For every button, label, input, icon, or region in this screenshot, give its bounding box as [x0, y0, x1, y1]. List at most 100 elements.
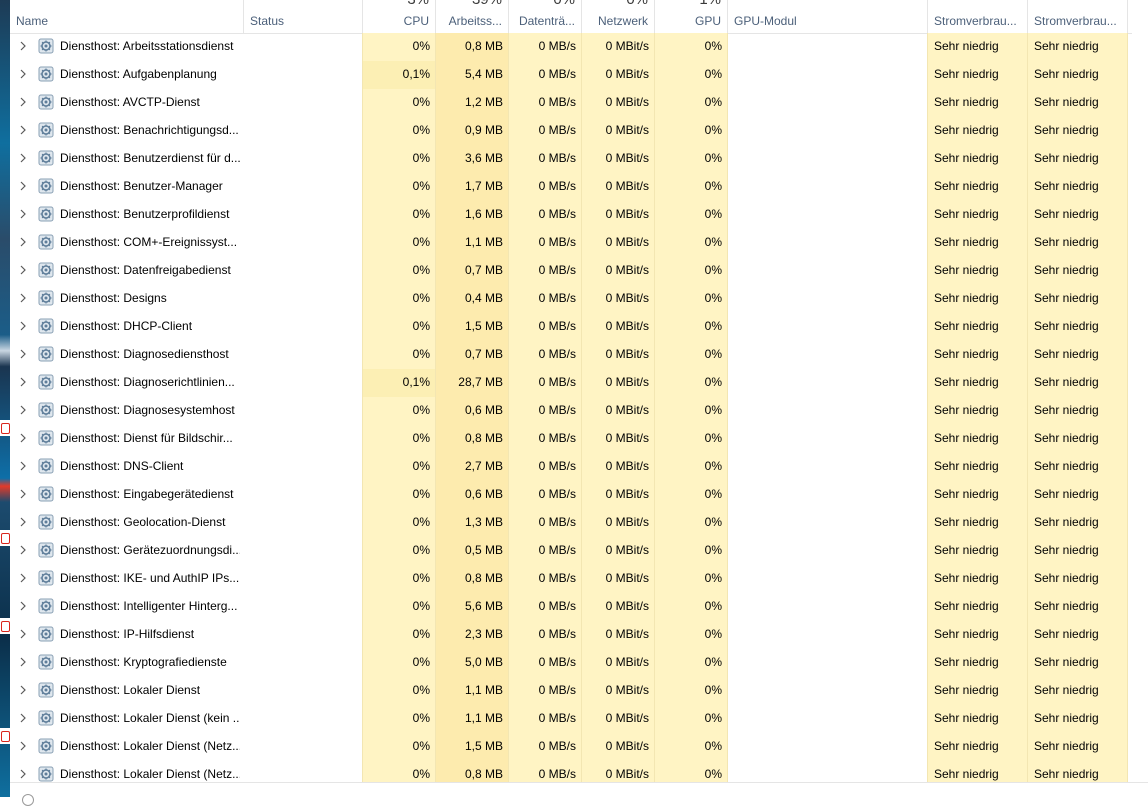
chevron-right-icon[interactable]	[18, 263, 28, 277]
process-status	[244, 425, 363, 453]
table-row[interactable]: Diensthost: Designs 0% 0,4 MB 0 MB/s 0 MBit/…	[10, 285, 1148, 313]
gear-icon	[38, 766, 54, 782]
chevron-right-icon[interactable]	[18, 291, 28, 305]
process-name: Diensthost: Diagnosesystemhost	[60, 403, 235, 417]
process-name: Diensthost: DNS-Client	[60, 459, 184, 473]
column-header-cpu[interactable]: 3% CPU	[363, 0, 436, 33]
chevron-right-icon[interactable]	[18, 459, 28, 473]
disk-cell: 0 MB/s	[509, 453, 582, 481]
chevron-right-icon[interactable]	[18, 515, 28, 529]
chevron-right-icon[interactable]	[18, 95, 28, 109]
chevron-right-icon[interactable]	[18, 711, 28, 725]
table-row[interactable]: Diensthost: Arbeitsstationsdienst 0% 0,8 M…	[10, 33, 1148, 61]
table-row[interactable]: Diensthost: Gerätezuordnungsdi... 0% 0,5 M…	[10, 537, 1148, 565]
memory-cell: 1,1 MB	[436, 677, 509, 705]
chevron-right-icon[interactable]	[18, 179, 28, 193]
table-row[interactable]: Diensthost: DNS-Client 0% 2,7 MB 0 MB/s 0 MB…	[10, 453, 1148, 481]
chevron-right-icon[interactable]	[18, 599, 28, 613]
table-row[interactable]: Diensthost: Benutzerdienst für d... 0% 3,6…	[10, 145, 1148, 173]
column-header-power-trend[interactable]: Stromverbrau...	[1028, 0, 1128, 33]
column-header-disk[interactable]: 0% Datenträ...	[509, 0, 582, 33]
chevron-right-icon[interactable]	[18, 655, 28, 669]
table-row[interactable]: Diensthost: COM+-Ereignissyst... 0% 1,1 MB…	[10, 229, 1148, 257]
table-row[interactable]: Diensthost: Benutzer-Manager 0% 1,7 MB 0 MB…	[10, 173, 1148, 201]
chevron-right-icon[interactable]	[18, 431, 28, 445]
chevron-right-icon[interactable]	[18, 571, 28, 585]
chevron-right-icon[interactable]	[18, 123, 28, 137]
chevron-right-icon[interactable]	[18, 347, 28, 361]
power-usage-cell: Sehr niedrig	[928, 61, 1028, 89]
process-name: Diensthost: Arbeitsstationsdienst	[60, 39, 234, 53]
table-row[interactable]: Diensthost: Diagnosesystemhost 0% 0,6 MB 0 …	[10, 397, 1148, 425]
power-usage-cell: Sehr niedrig	[928, 677, 1028, 705]
chevron-right-icon[interactable]	[18, 739, 28, 753]
gear-icon	[38, 710, 54, 726]
gpu-engine-cell	[728, 453, 928, 481]
table-row[interactable]: Diensthost: Benutzerprofildienst 0% 1,6 MB…	[10, 201, 1148, 229]
column-header-name[interactable]: Name	[10, 0, 244, 33]
process-name: Diensthost: Eingabegerätedienst	[60, 487, 234, 501]
power-trend-cell: Sehr niedrig	[1028, 229, 1128, 257]
process-status	[244, 761, 363, 782]
chevron-right-icon[interactable]	[18, 627, 28, 641]
table-row[interactable]: Diensthost: Intelligenter Hinterg... 0% 5,…	[10, 593, 1148, 621]
gpu-engine-cell	[728, 369, 928, 397]
column-header-gpu-engine[interactable]: GPU-Modul	[728, 0, 928, 33]
vertical-scrollbar[interactable]	[1132, 33, 1148, 782]
table-row[interactable]: Diensthost: Lokaler Dienst (kein ... 0% 1,…	[10, 705, 1148, 733]
column-header-power-usage[interactable]: Stromverbrau...	[928, 0, 1028, 33]
table-row[interactable]: Diensthost: Lokaler Dienst 0% 1,1 MB 0 MB/s…	[10, 677, 1148, 705]
column-header-memory[interactable]: 39% Arbeitss...	[436, 0, 509, 33]
table-row[interactable]: Diensthost: Benachrichtigungsd... 0% 0,9 M…	[10, 117, 1148, 145]
power-trend-cell: Sehr niedrig	[1028, 201, 1128, 229]
table-row[interactable]: Diensthost: Eingabegerätedienst 0% 0,6 MB 0…	[10, 481, 1148, 509]
process-name: Diensthost: Diagnosediensthost	[60, 347, 229, 361]
memory-cell: 1,5 MB	[436, 313, 509, 341]
chevron-right-icon[interactable]	[18, 767, 28, 781]
network-cell: 0 MBit/s	[582, 285, 655, 313]
gear-icon	[38, 38, 54, 54]
column-header-gpu[interactable]: 1% GPU	[655, 0, 728, 33]
chevron-right-icon[interactable]	[18, 67, 28, 81]
power-usage-cell: Sehr niedrig	[928, 145, 1028, 173]
table-row[interactable]: Diensthost: DHCP-Client 0% 1,5 MB 0 MB/s 0 M…	[10, 313, 1148, 341]
chevron-right-icon[interactable]	[18, 39, 28, 53]
gpu-cell: 0%	[655, 201, 728, 229]
gear-icon	[38, 290, 54, 306]
chevron-right-icon[interactable]	[18, 375, 28, 389]
table-row[interactable]: Diensthost: Kryptografiedienste 0% 5,0 MB 0…	[10, 649, 1148, 677]
chevron-right-icon[interactable]	[18, 543, 28, 557]
power-trend-cell: Sehr niedrig	[1028, 621, 1128, 649]
column-divider	[1027, 33, 1028, 782]
table-row[interactable]: Diensthost: Lokaler Dienst (Netz... 0% 1,5…	[10, 733, 1148, 761]
chevron-right-icon[interactable]	[18, 235, 28, 249]
process-status	[244, 285, 363, 313]
chevron-right-icon[interactable]	[18, 319, 28, 333]
column-header-status[interactable]: Status	[244, 0, 363, 33]
table-row[interactable]: Diensthost: Datenfreigabedienst 0% 0,7 MB 0…	[10, 257, 1148, 285]
table-row[interactable]: Diensthost: Dienst für Bildschir... 0% 0,8…	[10, 425, 1148, 453]
chevron-right-icon[interactable]	[18, 403, 28, 417]
chevron-right-icon[interactable]	[18, 487, 28, 501]
table-row[interactable]: Diensthost: Aufgabenplanung 0,1% 5,4 MB 0 M…	[10, 61, 1148, 89]
gpu-cell: 0%	[655, 89, 728, 117]
disk-cell: 0 MB/s	[509, 509, 582, 537]
table-row[interactable]: Diensthost: AVCTP-Dienst 0% 1,2 MB 0 MB/s 0 …	[10, 89, 1148, 117]
table-row[interactable]: Diensthost: Geolocation-Dienst 0% 1,3 MB 0 …	[10, 509, 1148, 537]
process-status	[244, 257, 363, 285]
chevron-right-icon[interactable]	[18, 207, 28, 221]
table-row[interactable]: Diensthost: IKE- und AuthIP IPs... 0% 0,8 …	[10, 565, 1148, 593]
chevron-right-icon[interactable]	[18, 151, 28, 165]
gear-icon	[38, 458, 54, 474]
gear-icon	[38, 570, 54, 586]
table-row[interactable]: Diensthost: IP-Hilfsdienst 0% 2,3 MB 0 MB/s…	[10, 621, 1148, 649]
memory-cell: 0,6 MB	[436, 481, 509, 509]
table-row[interactable]: Diensthost: Diagnoserichtlinien... 0,1% 28…	[10, 369, 1148, 397]
table-row[interactable]: Diensthost: Lokaler Dienst (Netz... 0% 0,8…	[10, 761, 1148, 782]
column-header-network[interactable]: 0% Netzwerk	[582, 0, 655, 33]
gpu-cell: 0%	[655, 285, 728, 313]
fewer-details-icon[interactable]	[22, 794, 34, 806]
chevron-right-icon[interactable]	[18, 683, 28, 697]
table-row[interactable]: Diensthost: Diagnosediensthost 0% 0,7 MB 0 …	[10, 341, 1148, 369]
process-name: Diensthost: Dienst für Bildschir...	[60, 431, 233, 445]
